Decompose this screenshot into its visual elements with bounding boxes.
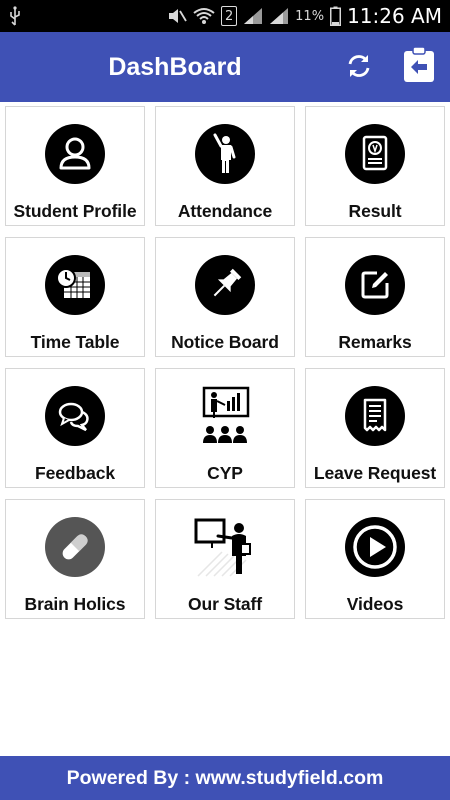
clock-time: 11:26 AM (347, 4, 442, 28)
edit-note-icon (344, 254, 406, 316)
footer-powered-by[interactable]: Powered By : www.studyfield.com (67, 767, 384, 790)
usb-icon (8, 6, 22, 26)
teacher-board-icon (194, 516, 256, 578)
tile-label: Brain Holics (24, 594, 126, 614)
tile-our-staff[interactable]: Our Staff (155, 499, 295, 619)
tile-label: Attendance (177, 201, 273, 221)
user-profile-icon (44, 123, 106, 185)
logout-clipboard-icon (403, 45, 435, 88)
tile-label: Time Table (30, 332, 120, 352)
tile-label: Leave Request (313, 463, 437, 483)
refresh-icon (345, 52, 373, 85)
tile-leave-request[interactable]: Leave Request (305, 368, 445, 488)
tile-videos[interactable]: Videos (305, 499, 445, 619)
footer: Powered By : www.studyfield.com (0, 756, 450, 800)
pushpin-icon (194, 254, 256, 316)
wifi-icon (193, 7, 215, 25)
signal-icon-2 (269, 7, 289, 25)
tile-label: Remarks (338, 332, 412, 352)
tile-student-profile[interactable]: Student Profile (5, 106, 145, 226)
battery-icon (330, 6, 342, 26)
tile-label: Notice Board (171, 332, 279, 352)
result-certificate-icon (344, 123, 406, 185)
mute-icon (167, 7, 187, 25)
capsule-pill-icon (44, 516, 106, 578)
tile-label: CYP (207, 463, 243, 483)
play-circle-icon (344, 516, 406, 578)
tile-notice-board[interactable]: Notice Board (155, 237, 295, 357)
refresh-button[interactable] (343, 52, 375, 84)
tile-label: Videos (346, 594, 404, 614)
tile-label: Feedback (35, 463, 115, 483)
signal-icon (243, 7, 263, 25)
tile-cyp[interactable]: CYP (155, 368, 295, 488)
tile-brain-holics[interactable]: Brain Holics (5, 499, 145, 619)
sim-slot-badge: 2 (221, 6, 238, 26)
page-title: DashBoard (108, 52, 242, 81)
tile-result[interactable]: Result (305, 106, 445, 226)
tile-feedback[interactable]: Feedback (5, 368, 145, 488)
person-raising-hand-icon (194, 123, 256, 185)
tile-label: Student Profile (13, 201, 137, 221)
chat-bubbles-icon (44, 385, 106, 447)
dashboard-grid: Student Profile Attendance Result Time T… (5, 106, 445, 619)
clock-calendar-icon (44, 254, 106, 316)
tile-time-table[interactable]: Time Table (5, 237, 145, 357)
tile-label: Result (348, 201, 402, 221)
presentation-board-icon (194, 385, 256, 447)
tile-attendance[interactable]: Attendance (155, 106, 295, 226)
tile-remarks[interactable]: Remarks (305, 237, 445, 357)
status-bar: 2 11% 11:26 AM (0, 0, 450, 32)
app-bar: DashBoard (0, 32, 450, 102)
battery-percent: 11% (295, 8, 325, 24)
tile-label: Our Staff (188, 594, 262, 614)
receipt-document-icon (344, 385, 406, 447)
logout-button[interactable] (402, 45, 436, 88)
